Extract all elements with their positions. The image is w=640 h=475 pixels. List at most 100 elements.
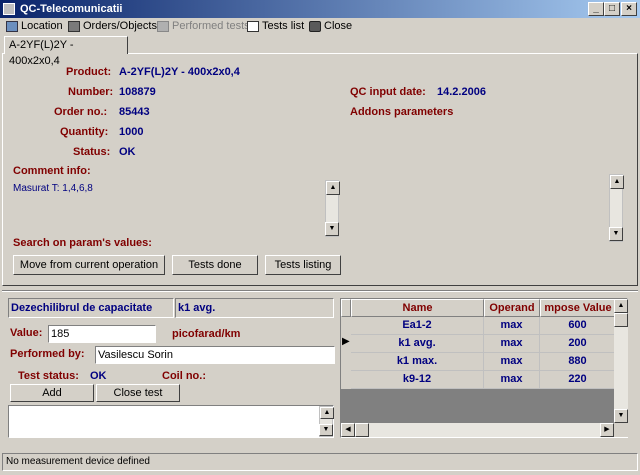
menu-tests-list-label: Tests list	[262, 20, 305, 32]
grid-cell: 600	[540, 317, 616, 335]
title-bar: QC-Telecomunicatii	[0, 0, 640, 18]
scroll-left-icon[interactable]: ◀	[341, 423, 355, 437]
scroll-down-icon[interactable]: ▼	[319, 424, 333, 436]
move-from-current-operation-button[interactable]: Move from current operation	[13, 255, 165, 275]
grid-cell: 880	[540, 353, 616, 371]
value-input[interactable]: 185	[48, 325, 156, 343]
tests-listing-button[interactable]: Tests listing	[265, 255, 341, 275]
scroll-up-icon[interactable]: ▲	[320, 407, 334, 419]
orders-icon	[68, 20, 80, 32]
menu-location[interactable]: Location	[6, 19, 63, 33]
notes-textarea[interactable]	[8, 405, 334, 438]
tests-icon	[157, 20, 169, 32]
product-value: A-2YF(L)2Y - 400x2x0,4	[119, 66, 240, 78]
status-bar: No measurement device defined	[2, 453, 638, 471]
table-row[interactable]: Ea1-2 max 600	[351, 317, 616, 335]
grid-cell: k9-12	[351, 371, 484, 389]
order-value: 85443	[119, 106, 150, 118]
menu-performed-tests-label: Performed tests	[172, 20, 250, 32]
grid-cell: k1 avg.	[351, 335, 484, 353]
scroll-right-icon[interactable]: ▶	[600, 423, 614, 437]
grid-cell: max	[484, 317, 540, 335]
tab-product[interactable]: A-2YF(L)2Y - 400x2x0,4	[4, 36, 128, 67]
product-label: Product:	[66, 66, 112, 78]
coil-label: Coil no.:	[162, 370, 206, 382]
menu-location-label: Location	[21, 20, 63, 32]
scroll-thumb[interactable]	[355, 423, 369, 437]
param-name-field: Dezechilibrul de capacitate	[8, 298, 174, 318]
grid-cell: max	[484, 371, 540, 389]
menu-orders[interactable]: Orders/Objects	[68, 19, 157, 33]
addons-scrollbar[interactable]: ▲ ▼	[609, 174, 624, 242]
list-icon	[247, 20, 259, 32]
menu-bar: Location Orders/Objects Performed tests …	[0, 18, 640, 34]
close-icon	[309, 20, 321, 32]
grid-cell: max	[484, 335, 540, 353]
minimize-button[interactable]: _	[588, 2, 604, 16]
scroll-up-icon[interactable]: ▲	[326, 181, 340, 195]
number-value: 108879	[119, 86, 156, 98]
splitter[interactable]	[2, 290, 638, 292]
notes-scrollbar[interactable]: ▲ ▼	[319, 406, 334, 437]
tests-done-button[interactable]: Tests done	[172, 255, 258, 275]
addons-label: Addons parameters	[350, 106, 454, 118]
scroll-up-icon[interactable]: ▲	[614, 299, 628, 313]
status-label: Status:	[73, 146, 111, 158]
scroll-down-icon[interactable]: ▼	[614, 409, 628, 423]
maximize-button[interactable]: □	[604, 2, 620, 16]
close-test-button[interactable]: Close test	[96, 384, 180, 402]
quantity-label: Quantity:	[60, 126, 109, 138]
grid-horizontal-scrollbar[interactable]: ◀ ▶	[341, 423, 614, 437]
search-label: Search on param's values:	[13, 237, 152, 249]
grid-header-name[interactable]: Name	[351, 299, 484, 317]
close-window-button[interactable]: ×	[621, 2, 637, 16]
table-row[interactable]: k9-12 max 220	[351, 371, 616, 389]
scroll-corner	[614, 423, 628, 437]
qc-date-label: QC input date:	[350, 86, 426, 98]
grid-corner	[341, 299, 351, 317]
quantity-value: 1000	[119, 126, 144, 138]
table-row[interactable]: k1 max. max 880	[351, 353, 616, 371]
param-short-field: k1 avg.	[175, 298, 334, 318]
app-icon	[3, 3, 15, 15]
performed-by-input[interactable]: Vasilescu Sorin	[95, 346, 335, 364]
menu-close[interactable]: Close	[309, 19, 352, 33]
scroll-thumb[interactable]	[614, 313, 628, 327]
grid-cell: Ea1-2	[351, 317, 484, 335]
comment-text: Masurat T: 1,4,6,8	[13, 183, 93, 194]
grid-vertical-scrollbar[interactable]: ▲ ▼	[614, 299, 628, 423]
grid-header-operand[interactable]: Operand	[484, 299, 540, 317]
scroll-up-icon[interactable]: ▲	[610, 175, 624, 189]
menu-tests-list[interactable]: Tests list	[247, 19, 304, 33]
grid-cell: 200	[540, 335, 616, 353]
menu-performed-tests[interactable]: Performed tests	[157, 19, 250, 33]
row-indicator-column: ▶	[341, 317, 351, 389]
grid-cell: 220	[540, 371, 616, 389]
table-row[interactable]: k1 avg. max 200	[351, 335, 616, 353]
grid-cell: max	[484, 353, 540, 371]
value-label: Value:	[10, 327, 43, 339]
scroll-down-icon[interactable]: ▼	[609, 227, 623, 241]
grid-header-value[interactable]: mpose Value	[540, 299, 616, 317]
status-text: No measurement device defined	[6, 456, 150, 467]
performed-by-label: Performed by:	[10, 348, 85, 360]
row-indicator-icon: ▶	[342, 336, 350, 347]
comment-label: Comment info:	[13, 165, 91, 177]
unit-label: picofarad/km	[172, 328, 241, 340]
scroll-down-icon[interactable]: ▼	[325, 222, 339, 236]
comment-scrollbar[interactable]: ▲ ▼	[325, 180, 340, 237]
number-label: Number:	[68, 86, 114, 98]
test-status-value: OK	[90, 370, 107, 382]
location-icon	[6, 20, 18, 32]
test-status-label: Test status:	[18, 370, 79, 382]
qc-date-value: 14.2.2006	[437, 86, 486, 98]
grid-cell: k1 max.	[351, 353, 484, 371]
parameters-grid: Name Operand mpose Value ▶ Ea1-2 max 600…	[340, 298, 628, 438]
window-title: QC-Telecomunicatii	[20, 3, 123, 15]
grid-body: Ea1-2 max 600 k1 avg. max 200 k1 max. ma…	[351, 317, 616, 389]
menu-orders-label: Orders/Objects	[83, 20, 157, 32]
menu-close-label: Close	[324, 20, 353, 32]
status-value: OK	[119, 146, 136, 158]
order-label: Order no.:	[54, 106, 108, 118]
add-button[interactable]: Add	[10, 384, 94, 402]
